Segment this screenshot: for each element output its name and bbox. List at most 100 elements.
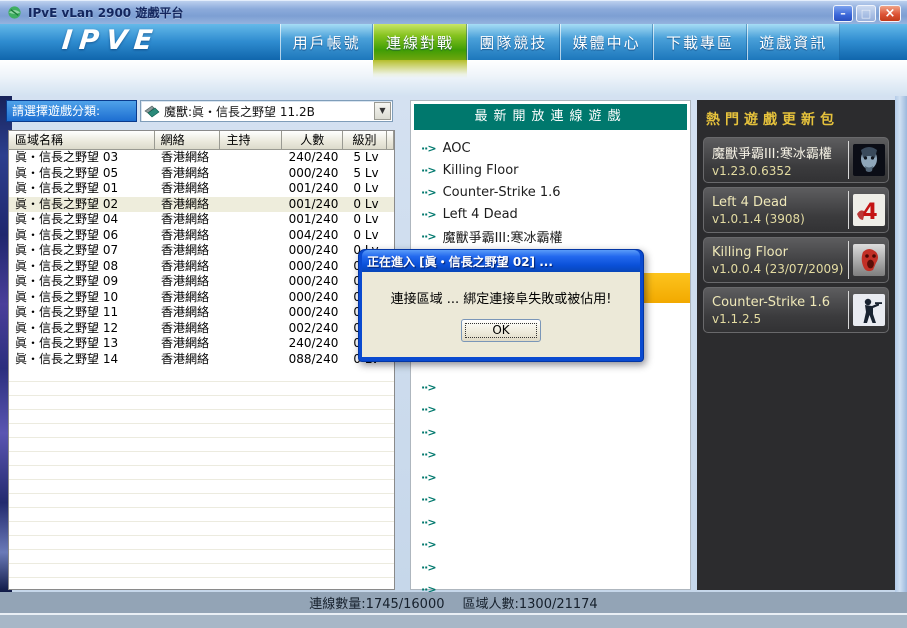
- cell-level: 0 Lv: [353, 181, 379, 195]
- close-button[interactable]: ×: [879, 5, 901, 22]
- right-window-border: [895, 96, 907, 592]
- update-card-warcraft3[interactable]: 魔獸爭霸III:寒冰霸權 v1.23.0.6352: [703, 137, 889, 183]
- cell-level: 0 Lv: [353, 227, 379, 242]
- room-row[interactable]: 眞・信長之野望 13 香港網絡 240/240 0 Lv: [9, 336, 394, 352]
- cell-filler: [388, 197, 394, 213]
- game-list-item[interactable]: AOC: [421, 137, 686, 159]
- empty-game-slot[interactable]: [421, 444, 686, 467]
- empty-game-slot[interactable]: [421, 466, 686, 489]
- killing-floor-icon: [852, 244, 885, 276]
- column-header-network[interactable]: 網絡: [154, 131, 221, 150]
- empty-game-slot[interactable]: [421, 534, 686, 557]
- empty-game-slot[interactable]: [421, 376, 686, 399]
- column-header-level[interactable]: 級別: [343, 131, 387, 150]
- update-card-killingfloor[interactable]: Killing Floor v1.0.0.4 (23/07/2009): [703, 237, 889, 283]
- room-row[interactable]: 眞・信長之野望 05 香港網絡 000/240 5 Lv: [9, 166, 394, 182]
- column-header-players[interactable]: 人數: [282, 131, 344, 150]
- game-list-item[interactable]: Killing Floor: [421, 159, 686, 181]
- room-row[interactable]: 眞・信長之野望 01 香港網絡 001/240 0 Lv: [9, 181, 394, 197]
- updates-title: 熱門遊戲更新包: [706, 112, 839, 128]
- app-icon: [8, 6, 21, 19]
- cell-region-name: 眞・信長之野望 11: [15, 305, 119, 319]
- left4dead-icon: 4: [852, 194, 885, 226]
- cell-players: 088/240: [288, 351, 339, 366]
- bottom-window-edge: [0, 615, 907, 628]
- game-list-item[interactable]: Counter-Strike 1.6: [421, 181, 686, 203]
- room-row[interactable]: 眞・信長之野望 11 香港網絡 000/240 0 Lv: [9, 305, 394, 321]
- room-row[interactable]: 眞・信長之野望 02 香港網絡 001/240 0 Lv: [9, 196, 394, 213]
- arrow-bullet-icon: [421, 230, 436, 243]
- update-card-counterstrike[interactable]: Counter-Strike 1.6 v1.1.2.5: [703, 287, 889, 333]
- game-category-dropdown[interactable]: 魔獸:眞・信長之野望 11.2B ▼: [140, 100, 393, 122]
- cell-players: 002/240: [288, 320, 339, 335]
- cell-players: 000/240: [288, 289, 339, 304]
- dialog-titlebar[interactable]: 正在進入 [眞・信長之野望 02] ...: [362, 250, 640, 272]
- empty-game-slot[interactable]: [421, 556, 686, 579]
- cell-region-name: 眞・信長之野望 09: [15, 274, 119, 288]
- empty-game-slot[interactable]: [421, 421, 686, 444]
- tab-media-center[interactable]: 媒體中心: [559, 24, 654, 60]
- cell-players: 004/240: [288, 227, 339, 242]
- room-row[interactable]: 眞・信長之野望 07 香港網絡 000/240 0 Lv: [9, 243, 394, 259]
- cell-host: [221, 212, 283, 228]
- game-list-item[interactable]: 魔獸爭霸III:寒冰霸權: [421, 225, 686, 247]
- cell-network: 香港網絡: [161, 227, 210, 242]
- room-row[interactable]: 眞・信長之野望 04 香港網絡 001/240 0 Lv: [9, 212, 394, 228]
- card-game-title: Counter-Strike 1.6: [712, 294, 830, 310]
- cell-players: 000/240: [288, 258, 339, 273]
- column-header-region[interactable]: 區域名稱: [9, 131, 155, 150]
- card-version: v1.0.1.4 (3908): [712, 211, 805, 226]
- counter-strike-icon: [852, 294, 885, 326]
- game-name: Left 4 Dead: [442, 206, 518, 222]
- card-version: v1.0.0.4 (23/07/2009): [712, 261, 844, 276]
- dialog-body: 連接區域 ... 綁定連接阜失敗或被佔用! OK: [362, 272, 640, 357]
- arrow-bullet-icon: [421, 471, 436, 484]
- tab-online-battle[interactable]: 連線對戰: [373, 24, 467, 60]
- room-row[interactable]: 眞・信長之野望 09 香港網絡 000/240 0 Lv: [9, 274, 394, 290]
- room-row[interactable]: 眞・信長之野望 14 香港網絡 088/240 0 Lv: [9, 352, 394, 368]
- card-icon-frame: 4: [848, 191, 888, 229]
- cell-host: [221, 243, 283, 259]
- room-row[interactable]: 眞・信長之野望 06 香港網絡 004/240 0 Lv: [9, 228, 394, 244]
- cell-region-name: 眞・信長之野望 02: [15, 196, 119, 211]
- column-header-host[interactable]: 主持: [220, 131, 283, 150]
- tab-download-zone[interactable]: 下載專區: [653, 24, 747, 60]
- cell-network: 香港網絡: [161, 289, 210, 304]
- game-name: Killing Floor: [442, 162, 519, 178]
- connection-error-dialog: 正在進入 [眞・信長之野望 02] ... 連接區域 ... 綁定連接阜失敗或被…: [358, 249, 644, 362]
- cell-players: 000/240: [288, 243, 339, 257]
- active-tab-glow: [373, 60, 467, 78]
- cell-host: [221, 352, 283, 368]
- cell-host: [221, 197, 283, 213]
- empty-game-slot[interactable]: [421, 489, 686, 512]
- cell-region-name: 眞・信長之野望 10: [15, 289, 119, 304]
- warcraft3-icon: [852, 144, 885, 176]
- arrow-bullet-icon: [421, 448, 436, 461]
- room-row[interactable]: 眞・信長之野望 08 香港網絡 000/240 0 Lv: [9, 259, 394, 275]
- cell-network: 香港網絡: [161, 351, 210, 366]
- cell-level: 5 Lv: [353, 150, 379, 164]
- cell-host: [221, 150, 283, 166]
- room-row[interactable]: 眞・信長之野望 03 香港網絡 240/240 5 Lv: [9, 150, 394, 166]
- cell-region-name: 眞・信長之野望 05: [15, 165, 119, 180]
- room-row[interactable]: 眞・信長之野望 12 香港網絡 002/240 0 Lv: [9, 321, 394, 337]
- tab-user-account[interactable]: 用戶帳號: [280, 24, 374, 60]
- cell-players: 240/240: [288, 336, 339, 350]
- minimize-button[interactable]: –: [833, 5, 853, 22]
- cell-region-name: 眞・信長之野望 13: [15, 336, 119, 350]
- cell-network: 香港網絡: [161, 181, 210, 195]
- card-icon-frame: [848, 141, 888, 179]
- cell-host: [221, 305, 283, 321]
- ok-button[interactable]: OK: [461, 319, 541, 342]
- room-row[interactable]: 眞・信長之野望 10 香港網絡 000/240 0 Lv: [9, 290, 394, 306]
- dropdown-arrow-icon[interactable]: ▼: [374, 102, 391, 120]
- update-card-left4dead[interactable]: Left 4 Dead v1.0.1.4 (3908) 4: [703, 187, 889, 233]
- tab-game-info[interactable]: 遊戲資訊: [746, 24, 840, 60]
- tab-team-competition[interactable]: 團隊競技: [466, 24, 560, 60]
- game-list-item[interactable]: Left 4 Dead: [421, 203, 686, 225]
- maximize-button[interactable]: □: [856, 5, 876, 22]
- dialog-title: 正在進入 [眞・信長之野望 02] ...: [367, 254, 553, 269]
- empty-game-slot[interactable]: [421, 399, 686, 422]
- empty-game-slot[interactable]: [421, 511, 686, 534]
- card-game-title: Left 4 Dead: [712, 194, 788, 210]
